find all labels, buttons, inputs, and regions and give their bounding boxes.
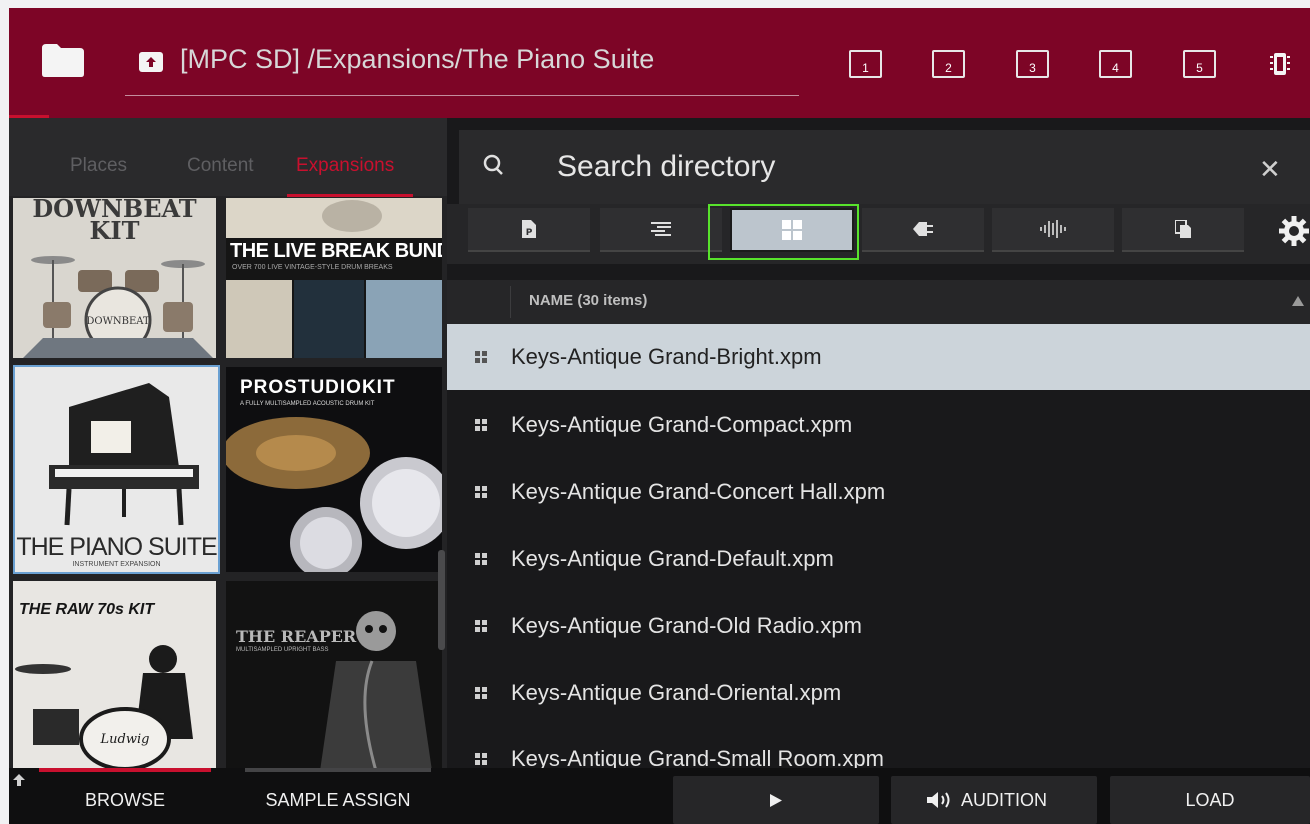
shift-arrow-icon — [13, 774, 25, 786]
file-row[interactable]: Keys-Antique Grand-Bright.xpm — [447, 324, 1310, 390]
expansion-tile-piano-suite[interactable]: THE PIANO SUITE INSTRUMENT EXPANSION — [13, 365, 220, 574]
folder-up-icon[interactable] — [139, 52, 163, 72]
current-path: [MPC SD] /Expansions/The Piano Suite — [180, 44, 655, 74]
location-slot-5[interactable]: 5 — [1183, 50, 1216, 78]
search-bar[interactable]: Search directory ✕ — [459, 130, 1310, 204]
audition-label: AUDITION — [961, 790, 1048, 810]
file-name: Keys-Antique Grand-Compact.xpm — [511, 412, 853, 437]
sequence-list-icon — [651, 222, 671, 236]
expansion-tile-pro-studio[interactable]: PROSTUDIOKIT A FULLY MULTISAMPLED ACOUST… — [226, 367, 442, 572]
expansion-tile-raw-70s[interactable]: THE RAW 70s KIT Ludwig — [13, 581, 216, 768]
drum-kit-art: DOWNBEAT — [23, 256, 213, 358]
path-field[interactable]: [MPC SD] /Expansions/The Piano Suite — [125, 40, 799, 96]
file-name: Keys-Antique Grand-Old Radio.xpm — [511, 613, 862, 638]
location-slot-1[interactable]: 1 — [849, 50, 882, 78]
search-icon — [483, 154, 503, 175]
play-button[interactable] — [673, 776, 879, 824]
file-row[interactable]: Keys-Antique Grand-Compact.xpm — [447, 392, 1310, 458]
svg-text:P: P — [526, 228, 533, 238]
program-file-icon: P — [522, 220, 536, 238]
file-name: Keys-Antique Grand-Default.xpm — [511, 546, 834, 571]
drummer-art: Ludwig — [15, 645, 193, 768]
browse-active-line — [39, 768, 211, 772]
expansion-title: PROSTUDIOKIT — [240, 377, 396, 398]
bottom-bar: BROWSE SAMPLE ASSIGN AUDITION LOAD — [9, 768, 1310, 824]
search-input[interactable]: Search directory — [557, 150, 775, 184]
waveform-icon — [1040, 220, 1066, 238]
browser-window: [MPC SD] /Expansions/The Piano Suite 1 2… — [9, 8, 1310, 824]
location-slot-2[interactable]: 2 — [932, 50, 965, 78]
expansion-tile-reaper[interactable]: THE REAPER MULTISAMPLED UPRIGHT BASS — [226, 581, 442, 768]
expansion-tile-live-break[interactable]: THE LIVE BREAK BUNDLE OVER 700 LIVE VINT… — [226, 198, 442, 358]
program-icon — [475, 419, 487, 431]
location-slot-4[interactable]: 4 — [1099, 50, 1132, 78]
cymbal-art — [226, 417, 442, 572]
copy-files-icon — [1175, 220, 1191, 238]
file-row[interactable]: Keys-Antique Grand-Oriental.xpm — [447, 660, 1310, 726]
program-icon — [475, 687, 487, 699]
tab-places[interactable]: Places — [70, 155, 127, 177]
expansion-title: THE PIANO SUITE — [16, 533, 217, 561]
program-icon — [475, 620, 487, 632]
file-name: Keys-Antique Grand-Concert Hall.xpm — [511, 479, 886, 504]
expansion-grid: DOWNBEAT KIT DOWNBEAT THE LIVE BREAK BUN… — [9, 196, 447, 768]
file-browser-panel: Search directory ✕ P NAME (30 items) Key… — [447, 118, 1310, 771]
filter-audio-button[interactable] — [992, 208, 1114, 252]
tab-expansions[interactable]: Expansions — [296, 155, 394, 177]
speaker-icon — [927, 792, 950, 808]
expansion-subtitle: INSTRUMENT EXPANSION — [72, 561, 161, 568]
left-scrollbar[interactable] — [438, 550, 445, 650]
active-filter-highlight — [708, 204, 859, 260]
expansion-title: DOWNBEAT KIT — [32, 198, 197, 245]
file-row[interactable]: Keys-Antique Grand-Concert Hall.xpm — [447, 459, 1310, 525]
load-button[interactable]: LOAD — [1110, 776, 1310, 824]
filter-all-files-button[interactable] — [1122, 208, 1244, 252]
reaper-art — [320, 611, 432, 768]
file-name: Keys-Antique Grand-Oriental.xpm — [511, 680, 842, 705]
filter-toolbar: P — [447, 204, 1310, 264]
expansion-tile-downbeat[interactable]: DOWNBEAT KIT DOWNBEAT — [13, 198, 216, 358]
grand-piano-art — [49, 383, 199, 526]
sample-assign-button[interactable]: SAMPLE ASSIGN — [245, 776, 431, 824]
file-name: Keys-Antique Grand-Bright.xpm — [511, 344, 822, 369]
close-icon[interactable]: ✕ — [1259, 154, 1281, 185]
filter-plugin-button[interactable] — [862, 208, 984, 252]
tab-content[interactable]: Content — [187, 155, 254, 177]
folder-icon[interactable] — [41, 42, 85, 78]
location-slot-3[interactable]: 3 — [1016, 50, 1049, 78]
expansion-title: THE LIVE BREAK BUNDLE — [230, 240, 442, 262]
file-row[interactable]: Keys-Antique Grand-Old Radio.xpm — [447, 593, 1310, 659]
program-icon — [475, 486, 487, 498]
svg-text:Ludwig: Ludwig — [100, 732, 150, 747]
sort-ascending-icon[interactable] — [1292, 296, 1304, 306]
list-header[interactable]: NAME (30 items) — [447, 280, 1310, 324]
svg-text:DOWNBEAT: DOWNBEAT — [86, 316, 150, 327]
filter-sequence-button[interactable] — [600, 208, 722, 252]
program-icon — [475, 553, 487, 565]
expansion-subtitle: OVER 700 LIVE VINTAGE-STYLE DRUM BREAKS — [232, 264, 393, 271]
program-icon — [475, 753, 487, 765]
file-row[interactable]: Keys-Antique Grand-Default.xpm — [447, 526, 1310, 592]
program-icon — [475, 351, 487, 363]
audition-button[interactable]: AUDITION — [891, 776, 1097, 824]
play-icon — [770, 794, 782, 807]
browse-button[interactable]: BROWSE — [39, 776, 211, 824]
expansion-subtitle: A FULLY MULTISAMPLED ACOUSTIC DRUM KIT — [240, 401, 375, 407]
sample-assign-line — [245, 768, 431, 772]
gear-icon[interactable] — [1279, 216, 1309, 246]
expansion-title: THE RAW 70s KIT — [19, 601, 155, 618]
memory-chip-icon[interactable] — [1270, 50, 1290, 78]
plugin-icon — [913, 222, 933, 236]
header-bar: [MPC SD] /Expansions/The Piano Suite 1 2… — [9, 8, 1310, 118]
filter-program-file-button[interactable]: P — [468, 208, 590, 252]
name-column-header[interactable]: NAME (30 items) — [529, 292, 647, 309]
left-tabs: Places Content Expansions — [9, 118, 447, 197]
left-panel: Places Content Expansions DOWNBEAT KIT D… — [9, 118, 447, 768]
